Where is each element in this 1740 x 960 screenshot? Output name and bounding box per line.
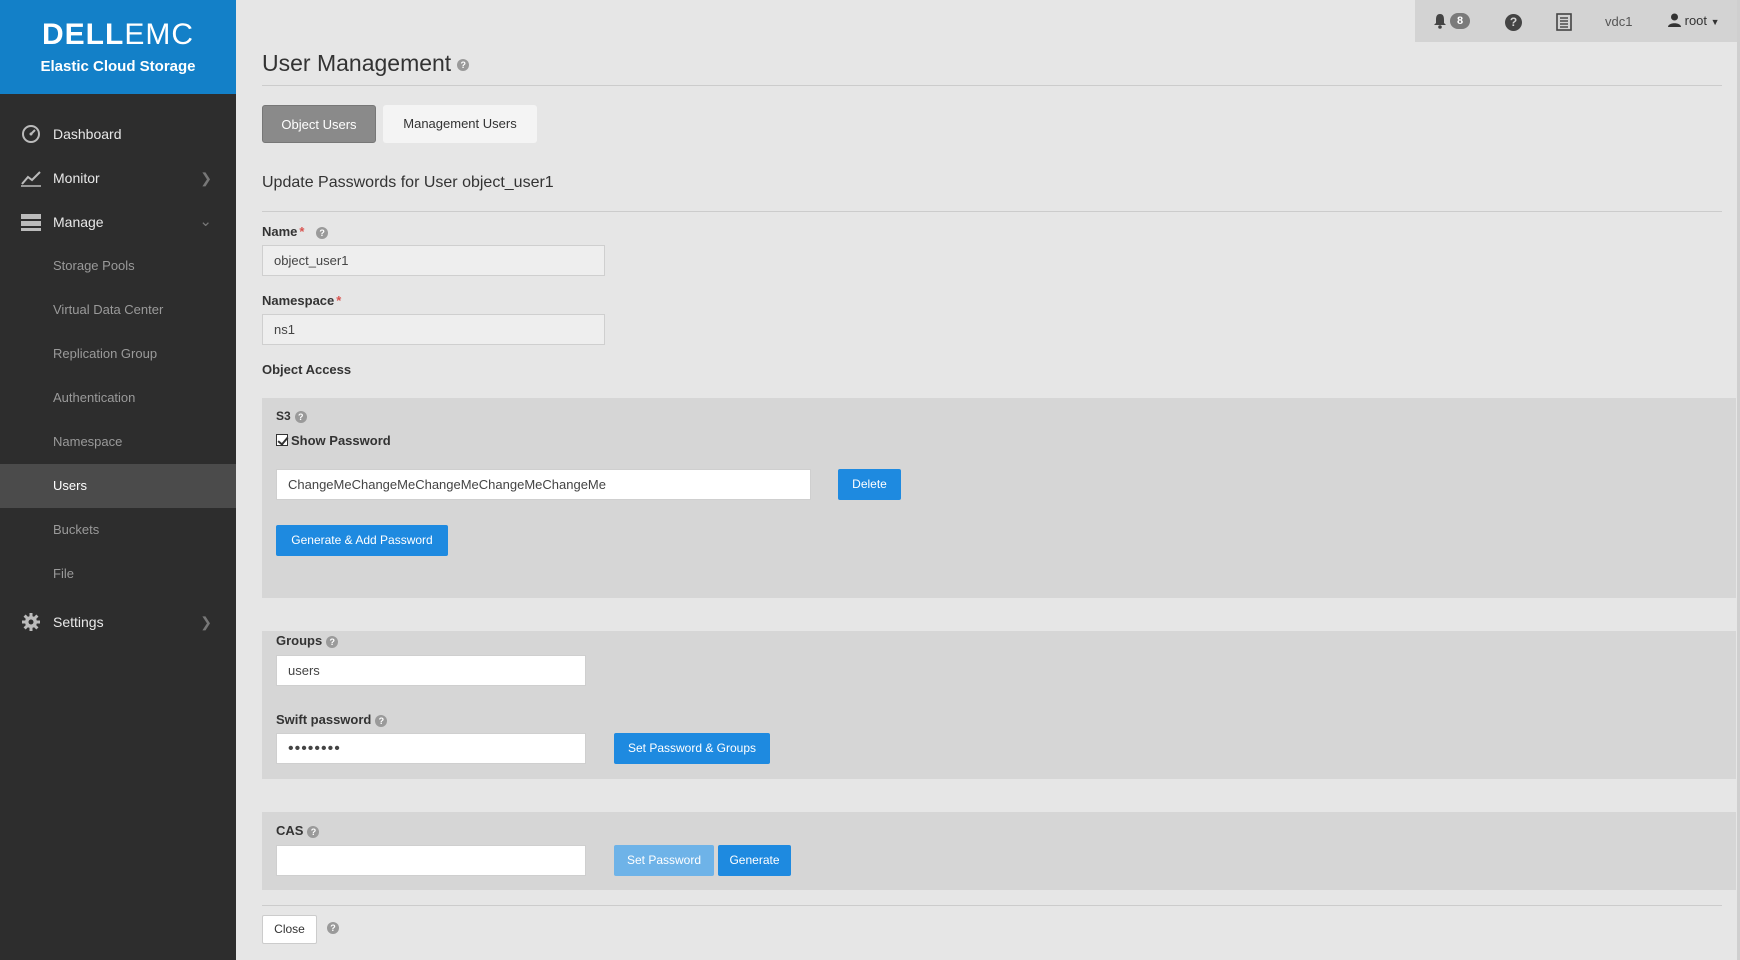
sidebar-item-label: Manage [53, 214, 104, 230]
sidebar-item-label: Dashboard [53, 126, 122, 142]
namespace-label: Namespace * [262, 293, 342, 308]
cas-set-password-button[interactable]: Set Password [614, 845, 714, 876]
divider [262, 85, 1722, 86]
sidebar-item-label: Settings [53, 614, 104, 630]
sidebar: DELLEMC Elastic Cloud Storage Dashboard … [0, 0, 236, 960]
product-name: Elastic Cloud Storage [40, 58, 196, 75]
sidebar-item-virtual-data-center[interactable]: Virtual Data Center [0, 288, 236, 332]
swift-password-field[interactable]: •••••••• [276, 733, 586, 764]
s3-label: S3? [276, 409, 307, 423]
help-icon[interactable]: ? [457, 58, 470, 71]
chevron-right-icon: ❯ [200, 614, 212, 630]
brand-header[interactable]: DELLEMC Elastic Cloud Storage [0, 0, 236, 94]
sidebar-item-manage[interactable]: Manage ⌄ [0, 200, 236, 244]
sidebar-item-file[interactable]: File [0, 552, 236, 596]
chevron-down-icon: ⌄ [199, 213, 212, 230]
chart-icon [21, 171, 41, 187]
swift-password-label: Swift password? [276, 712, 388, 727]
chevron-right-icon: ❯ [200, 170, 212, 186]
s3-panel: S3? Show Password ChangeMeChangeMeChange… [262, 398, 1736, 598]
sidebar-item-storage-pools[interactable]: Storage Pools [0, 244, 236, 288]
main-content: User Management? Object Users Management… [262, 0, 1736, 960]
dashboard-icon [22, 125, 40, 143]
divider [262, 211, 1722, 212]
namespace-field[interactable]: ns1 [262, 314, 605, 345]
sidebar-item-buckets[interactable]: Buckets [0, 508, 236, 552]
sidebar-item-label: Monitor [53, 170, 100, 186]
show-password-checkbox[interactable]: Show Password [276, 433, 391, 448]
sidebar-item-settings[interactable]: Settings ❯ [0, 600, 236, 644]
help-icon[interactable]: ? [327, 922, 339, 934]
s3-password-field[interactable]: ChangeMeChangeMeChangeMeChangeMeChangeMe [276, 469, 811, 500]
sidebar-item-replication-group[interactable]: Replication Group [0, 332, 236, 376]
generate-add-password-button[interactable]: Generate & Add Password [276, 525, 448, 556]
storage-icon [21, 214, 41, 231]
sidebar-item-users[interactable]: Users [0, 464, 236, 508]
sidebar-item-dashboard[interactable]: Dashboard [0, 112, 236, 156]
groups-field[interactable]: users [276, 655, 586, 686]
close-button[interactable]: Close [262, 915, 317, 944]
cas-generate-button[interactable]: Generate [718, 845, 791, 876]
name-field[interactable]: object_user1 [262, 245, 605, 276]
help-icon[interactable]: ? [326, 635, 339, 648]
object-access-label: Object Access [262, 362, 352, 377]
dell-emc-logo: DELLEMC [42, 18, 194, 51]
show-password-label: Show Password [291, 433, 391, 448]
form-title: Update Passwords for User object_user1 [262, 174, 554, 191]
help-icon[interactable]: ? [375, 714, 388, 727]
tab-object-users[interactable]: Object Users [262, 105, 376, 143]
gear-icon [22, 613, 40, 631]
sidebar-nav: Dashboard Monitor ❯ Manage ⌄ Storage Poo… [0, 112, 236, 644]
sidebar-item-namespace[interactable]: Namespace [0, 420, 236, 464]
help-icon[interactable]: ? [316, 226, 329, 239]
delete-button[interactable]: Delete [838, 469, 901, 500]
name-label: Name * ? [262, 224, 329, 239]
swift-panel: Groups? users Swift password? •••••••• S… [262, 631, 1736, 779]
sidebar-item-authentication[interactable]: Authentication [0, 376, 236, 420]
cas-label: CAS? [276, 823, 320, 838]
page-title: User Management? [262, 50, 470, 77]
tab-management-users[interactable]: Management Users [383, 105, 537, 143]
cas-panel: CAS? Set Password Generate [262, 812, 1736, 890]
help-icon[interactable]: ? [294, 410, 307, 423]
help-icon[interactable]: ? [307, 825, 320, 838]
cas-password-field[interactable] [276, 845, 586, 876]
checkbox-checked-icon[interactable] [276, 434, 288, 446]
groups-label: Groups? [276, 633, 339, 648]
sidebar-item-monitor[interactable]: Monitor ❯ [0, 156, 236, 200]
divider [262, 905, 1722, 906]
set-password-groups-button[interactable]: Set Password & Groups [614, 733, 770, 764]
